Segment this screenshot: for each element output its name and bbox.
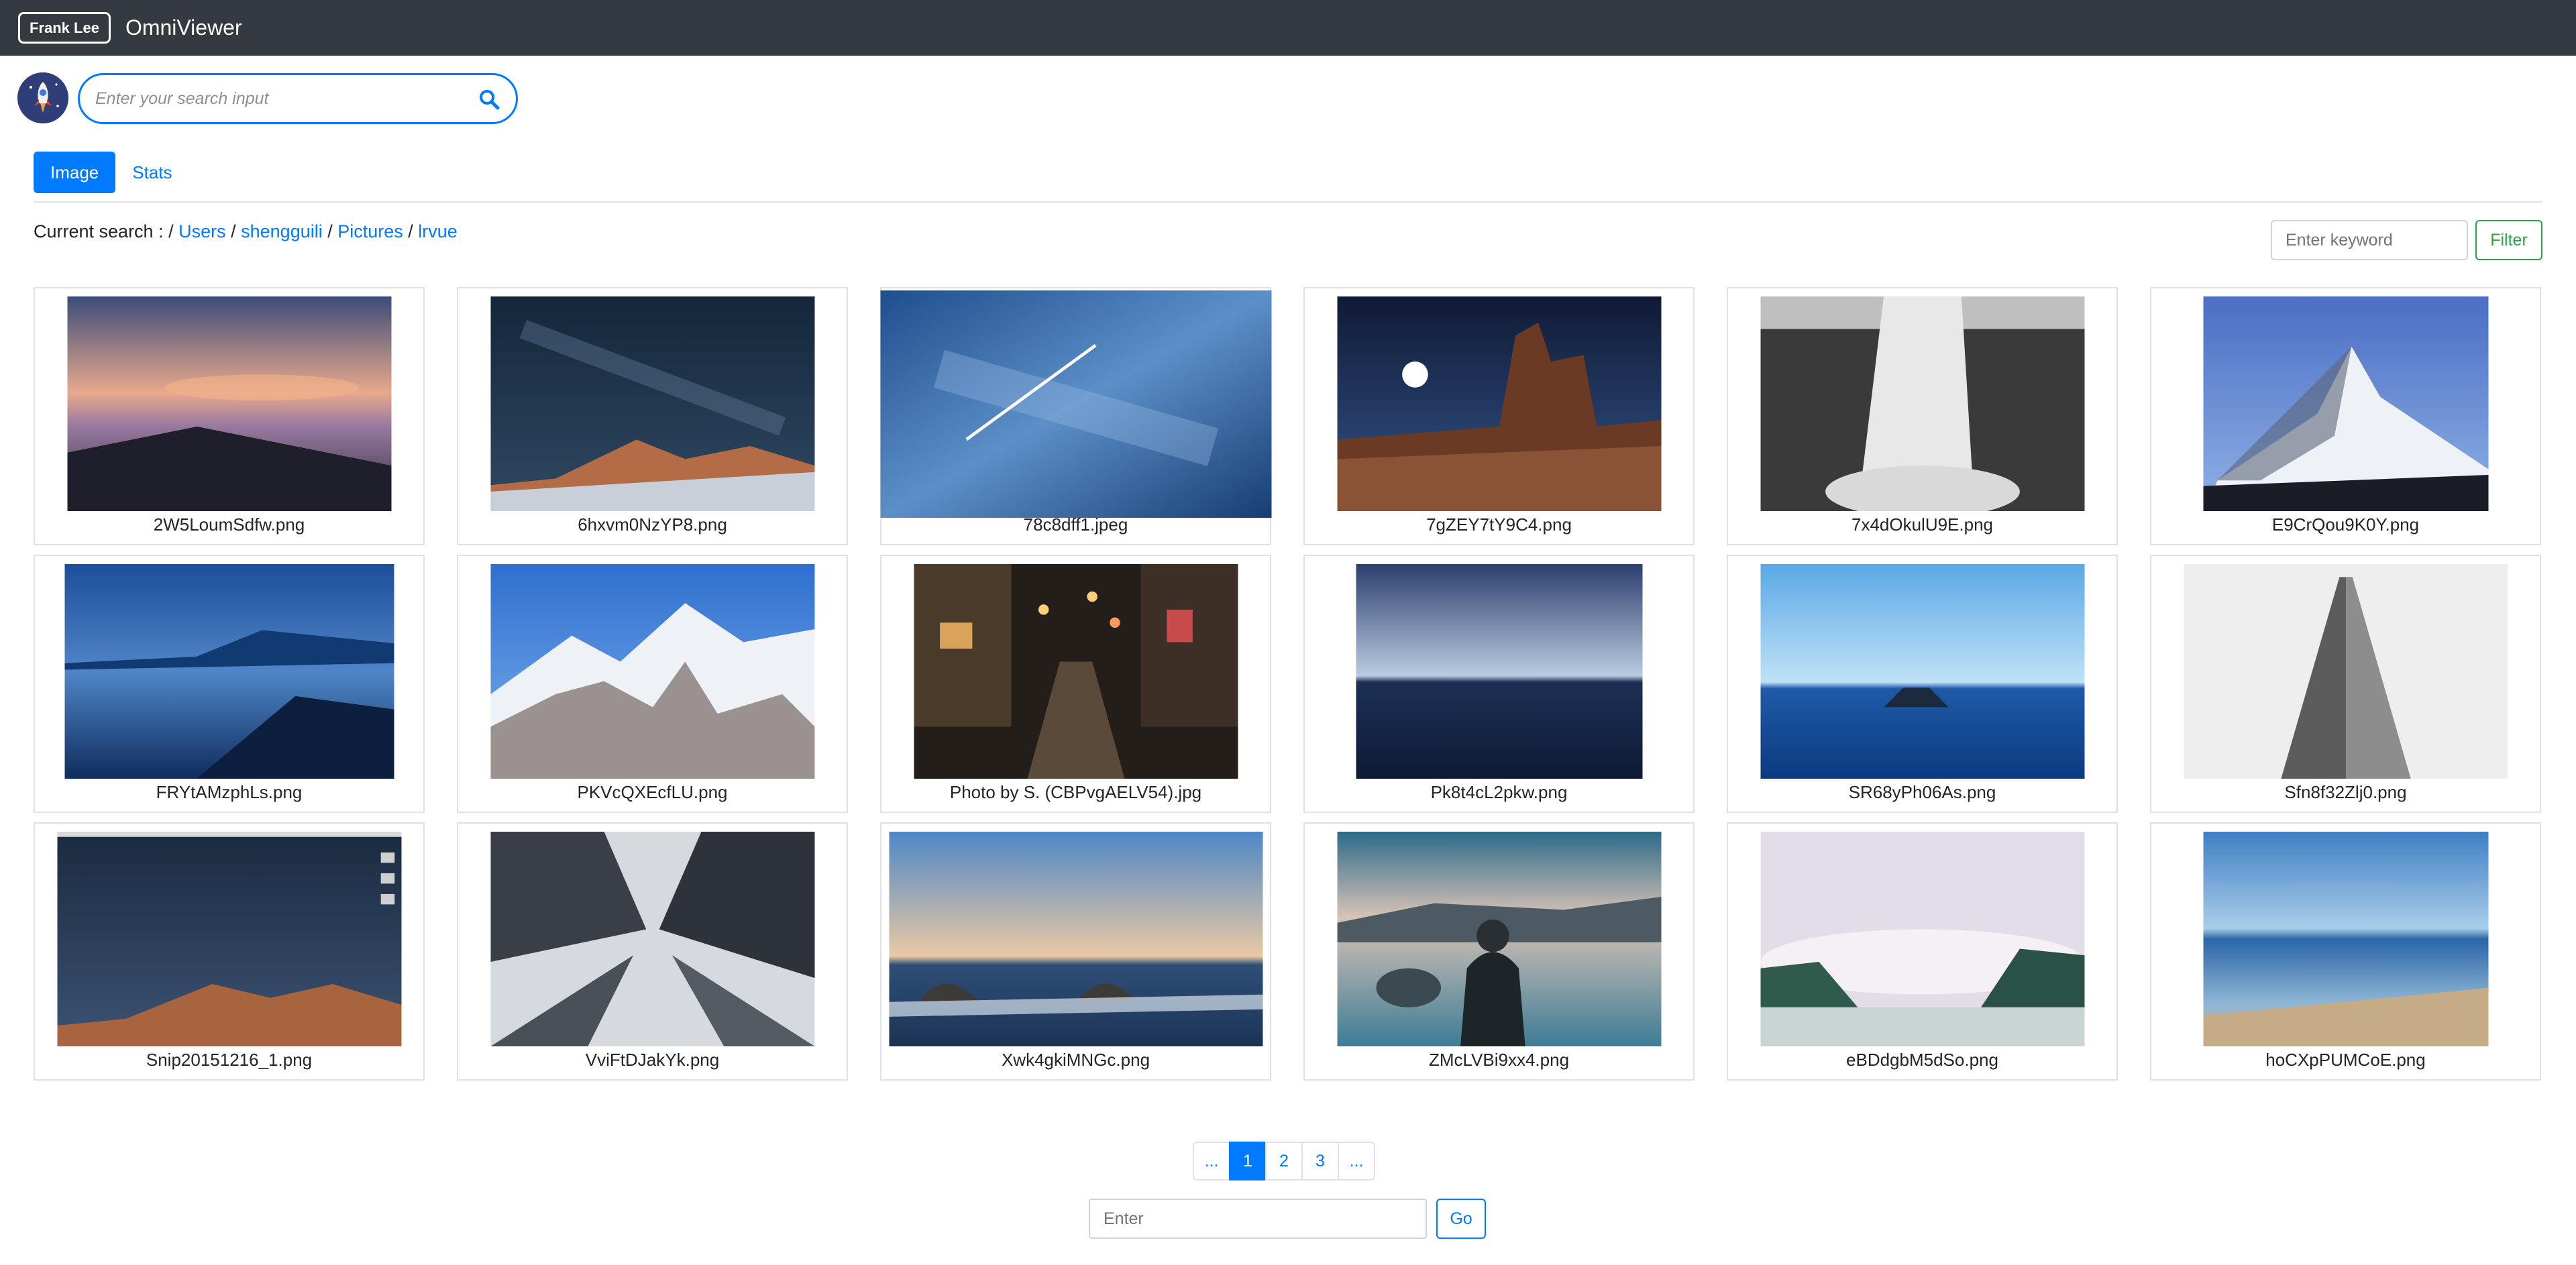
page-next-ellipsis[interactable]: ...	[1338, 1142, 1375, 1180]
image-thumbnail[interactable]	[57, 832, 401, 1046]
image-card[interactable]: 6hxvm0NzYP8.png	[457, 287, 848, 545]
breadcrumb-users[interactable]: Users	[178, 221, 226, 242]
image-card[interactable]: 78c8dff1.jpeg	[880, 287, 1271, 545]
goto-page-input[interactable]	[1089, 1199, 1427, 1239]
go-button[interactable]: Go	[1436, 1199, 1486, 1239]
image-thumbnail[interactable]	[880, 290, 1271, 518]
image-filename: 78c8dff1.jpeg	[1023, 514, 1128, 535]
search-input[interactable]	[95, 89, 471, 109]
keyword-filter-input[interactable]	[2271, 220, 2468, 260]
image-filename: Photo by S. (CBPvgAELV54).jpg	[949, 782, 1202, 802]
breadcrumb-lrvue[interactable]: lrvue	[418, 221, 458, 242]
image-thumbnail[interactable]	[2203, 832, 2488, 1046]
image-thumbnail[interactable]	[490, 832, 814, 1046]
tab-stats[interactable]: Stats	[115, 152, 189, 193]
app-brand[interactable]: OmniViewer	[125, 15, 242, 40]
image-thumbnail[interactable]	[1760, 564, 2084, 779]
image-filename: Xwk4gkiMNGc.png	[1001, 1050, 1150, 1070]
image-thumbnail[interactable]	[1356, 564, 1642, 779]
breadcrumb-separator: /	[225, 221, 241, 241]
page-3[interactable]: 3	[1301, 1142, 1339, 1180]
image-card[interactable]: E9CrQou9K0Y.png	[2150, 287, 2541, 545]
image-filename: E9CrQou9K0Y.png	[2271, 514, 2420, 535]
image-card[interactable]: Snip20151216_1.png	[34, 822, 425, 1081]
image-card[interactable]: VviFtDJakYk.png	[457, 822, 848, 1081]
image-gallery: 2W5LoumSdfw.png 6hxvm0NzYP8.png 78c8dff1…	[34, 287, 2542, 1081]
breadcrumb-separator: /	[402, 221, 419, 241]
page-1[interactable]: 1	[1229, 1142, 1267, 1180]
image-thumbnail[interactable]	[1760, 832, 2084, 1046]
image-card[interactable]: SR68yPh06As.png	[1727, 555, 2118, 813]
search-bar	[78, 73, 518, 124]
rocket-logo-icon	[17, 72, 68, 123]
image-card[interactable]: Xwk4gkiMNGc.png	[880, 822, 1271, 1081]
image-thumbnail[interactable]	[490, 564, 814, 779]
page-prev-ellipsis[interactable]: ...	[1193, 1142, 1230, 1180]
image-thumbnail[interactable]	[2203, 296, 2488, 511]
image-filename: Sfn8f32Zlj0.png	[2284, 782, 2407, 802]
pagination: ... 1 2 3 ...	[1193, 1142, 1375, 1180]
image-filename: VviFtDJakYk.png	[585, 1050, 720, 1070]
image-filename: PKVcQXEcfLU.png	[577, 782, 728, 802]
image-filename: 7x4dOkulU9E.png	[1851, 514, 1994, 535]
user-badge[interactable]: Frank Lee	[18, 12, 111, 44]
page-2[interactable]: 2	[1265, 1142, 1303, 1180]
image-thumbnail[interactable]	[64, 564, 394, 779]
search-icon[interactable]	[477, 87, 501, 111]
image-thumbnail[interactable]	[914, 564, 1238, 779]
breadcrumb-separator: /	[322, 221, 338, 241]
image-filename: eBDdgbM5dSo.png	[1846, 1050, 1998, 1070]
image-filename: 6hxvm0NzYP8.png	[578, 514, 727, 535]
image-card[interactable]: eBDdgbM5dSo.png	[1727, 822, 2118, 1081]
image-thumbnail[interactable]	[1760, 296, 2084, 511]
breadcrumb-pictures[interactable]: Pictures	[337, 221, 403, 242]
image-thumbnail[interactable]	[889, 832, 1263, 1046]
image-card[interactable]: Photo by S. (CBPvgAELV54).jpg	[880, 555, 1271, 813]
image-thumbnail[interactable]	[67, 296, 391, 511]
image-thumbnail[interactable]	[490, 296, 814, 511]
breadcrumb: Current search : / Users / shengguili / …	[34, 221, 458, 242]
image-filename: SR68yPh06As.png	[1848, 782, 1996, 802]
image-filename: Snip20151216_1.png	[146, 1050, 313, 1070]
image-card[interactable]: PKVcQXEcfLU.png	[457, 555, 848, 813]
image-card[interactable]: ZMcLVBi9xx4.png	[1303, 822, 1695, 1081]
image-thumbnail[interactable]	[1337, 832, 1661, 1046]
image-card[interactable]: 7gZEY7tY9C4.png	[1303, 287, 1695, 545]
image-filename: Pk8t4cL2pkw.png	[1430, 782, 1568, 802]
image-filename: FRYtAMzphLs.png	[156, 782, 303, 802]
image-card[interactable]: FRYtAMzphLs.png	[34, 555, 425, 813]
image-filename: 2W5LoumSdfw.png	[153, 514, 305, 535]
image-filename: ZMcLVBi9xx4.png	[1428, 1050, 1570, 1070]
tabs-divider	[34, 201, 2542, 203]
breadcrumb-prefix: Current search : /	[34, 221, 179, 241]
filter-button[interactable]: Filter	[2475, 220, 2542, 260]
image-filename: hoCXpPUMCoE.png	[2265, 1050, 2426, 1070]
image-thumbnail[interactable]	[2184, 564, 2508, 779]
tab-image[interactable]: Image	[34, 152, 116, 193]
image-thumbnail[interactable]	[1337, 296, 1661, 511]
breadcrumb-shengguili[interactable]: shengguili	[241, 221, 323, 242]
image-card[interactable]: Sfn8f32Zlj0.png	[2150, 555, 2541, 813]
image-card[interactable]: 2W5LoumSdfw.png	[34, 287, 425, 545]
view-tabs: Image Stats	[34, 152, 189, 193]
image-filename: 7gZEY7tY9C4.png	[1426, 514, 1572, 535]
image-card[interactable]: hoCXpPUMCoE.png	[2150, 822, 2541, 1081]
top-navbar: Frank Lee OmniViewer	[0, 0, 2576, 56]
image-card[interactable]: 7x4dOkulU9E.png	[1727, 287, 2118, 545]
image-card[interactable]: Pk8t4cL2pkw.png	[1303, 555, 1695, 813]
